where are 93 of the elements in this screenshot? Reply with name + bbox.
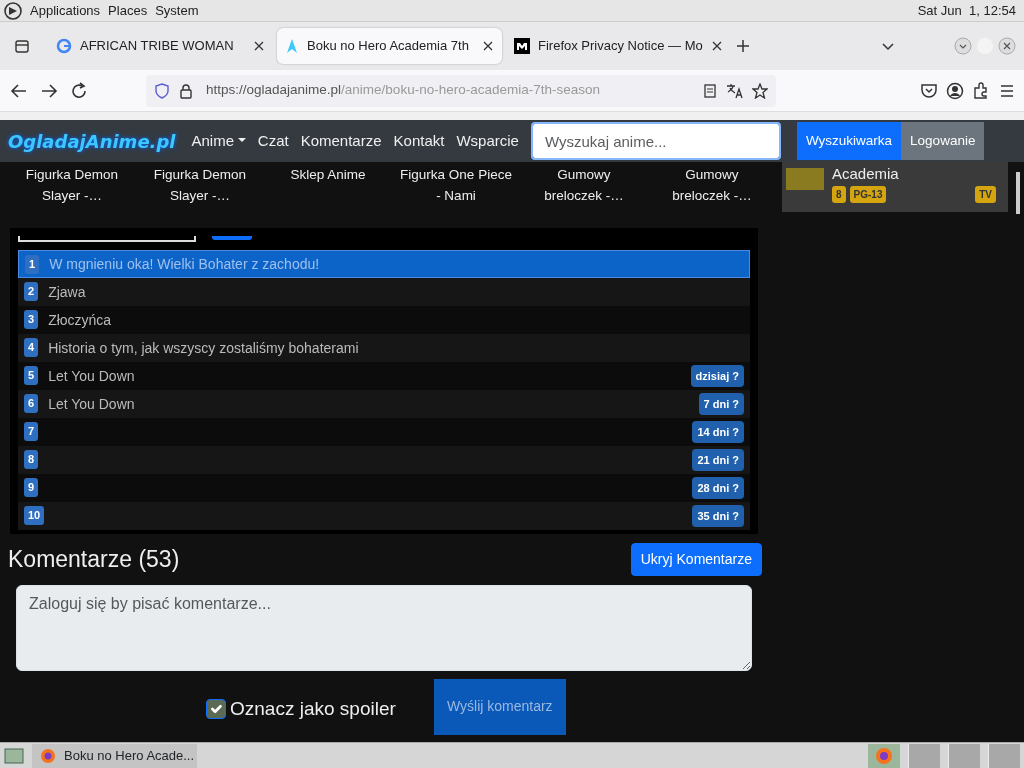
browser-tab[interactable]: Boku no Hero Academia 7th bbox=[277, 28, 502, 64]
account-icon[interactable] bbox=[946, 81, 964, 100]
login-button[interactable]: Logowanie bbox=[901, 122, 985, 160]
pocket-icon[interactable] bbox=[920, 81, 938, 100]
nav-link[interactable]: Wsparcie bbox=[456, 129, 519, 153]
close-icon[interactable] bbox=[998, 37, 1016, 55]
flame-icon bbox=[285, 38, 299, 54]
episode-number: 10 bbox=[24, 506, 45, 525]
nav-link[interactable]: Czat bbox=[257, 129, 289, 153]
product-caption[interactable]: Gumowy breloczek -… bbox=[520, 164, 648, 228]
product-caption[interactable]: Figurka Demon Slayer -… bbox=[8, 164, 136, 228]
g-logo-icon bbox=[56, 38, 72, 54]
tab-title: Boku no Hero Academia 7th bbox=[307, 37, 470, 56]
episode-row[interactable]: 4 Historia o tym, jak wszyscy zostaliśmy bohaterami bbox=[18, 334, 750, 362]
close-icon[interactable] bbox=[482, 40, 494, 52]
release-badge: 21 dni ? bbox=[692, 448, 744, 472]
episode-row[interactable]: 6 Let You Down 7 dni ? bbox=[18, 390, 750, 418]
episode-row[interactable]: 9 28 dni ? bbox=[18, 474, 750, 502]
url-bar[interactable]: https://ogladajanime.pl/anime/boku-no-hero-academia-7th-season bbox=[146, 74, 776, 107]
shield-icon bbox=[154, 82, 170, 99]
search-field[interactable]: Wyszukaj anime... bbox=[530, 122, 781, 160]
browser-tab[interactable]: Firefox Privacy Notice — Mo bbox=[506, 28, 731, 64]
episode-number: 9 bbox=[24, 478, 39, 497]
release-badge: dzisiaj ? bbox=[690, 364, 744, 388]
episode-number: 7 bbox=[24, 422, 39, 441]
nav-link[interactable]: Anime bbox=[191, 129, 246, 153]
episode-number: 1 bbox=[25, 255, 40, 274]
star-icon[interactable] bbox=[752, 82, 768, 99]
episode-number: 2 bbox=[24, 282, 39, 301]
close-icon[interactable] bbox=[711, 40, 723, 52]
firefox-icon bbox=[40, 747, 56, 764]
browser-tab[interactable]: AFRICAN TRIBE WOMAN bbox=[48, 28, 273, 64]
episode-title: Złoczyńca bbox=[48, 310, 113, 330]
nav-link[interactable]: Komentarze bbox=[300, 129, 382, 153]
panel-menu[interactable]: Applications bbox=[30, 0, 101, 21]
product-caption[interactable]: Figurka Demon Slayer -… bbox=[136, 164, 264, 228]
episode-row[interactable]: 3 Złoczyńca bbox=[18, 306, 750, 334]
comments-heading: Komentarze (53) bbox=[8, 545, 180, 574]
search-button[interactable]: Wyszukiwarka bbox=[796, 122, 902, 160]
comment-field[interactable]: Zaloguj się by pisać komentarze... bbox=[16, 584, 752, 671]
lock-icon bbox=[178, 82, 194, 99]
plus-icon[interactable] bbox=[735, 38, 751, 54]
episodes-badge: 8 bbox=[832, 186, 846, 203]
episode-title: W mgnieniu oka! Wielki Bohater z zachodu! bbox=[49, 254, 321, 274]
release-badge: 28 dni ? bbox=[692, 476, 744, 500]
release-badge: 35 dni ? bbox=[692, 504, 744, 528]
scrollbar-thumb[interactable] bbox=[1016, 172, 1020, 214]
anime-card[interactable]: Academia 8 PG-13 TV bbox=[782, 162, 1008, 212]
product-caption[interactable]: Sklep Anime bbox=[264, 164, 392, 228]
spoiler-label: Oznacz jako spoiler bbox=[230, 696, 396, 721]
product-caption[interactable]: Figurka One Piece - Nami bbox=[392, 164, 520, 228]
rating-badge: PG-13 bbox=[849, 186, 887, 203]
panel-clock[interactable]: Sat Jun 1, 12:54 bbox=[917, 0, 1016, 21]
panel-menu[interactable]: System bbox=[155, 0, 199, 21]
episode-title: Historia o tym, jak wszyscy zostaliśmy bohaterami bbox=[48, 338, 360, 358]
episode-title: Zjawa bbox=[48, 282, 87, 302]
episode-number: 6 bbox=[24, 394, 39, 413]
firefox-icon[interactable] bbox=[868, 743, 900, 768]
episode-number: 3 bbox=[24, 310, 39, 329]
tab-title: Firefox Privacy Notice — Mo bbox=[538, 37, 703, 56]
episode-title: Let You Down bbox=[48, 366, 136, 386]
nav-link[interactable]: Kontakt bbox=[393, 129, 445, 153]
tab-title: AFRICAN TRIBE WOMAN bbox=[80, 37, 235, 56]
m-logo-icon bbox=[514, 38, 530, 54]
reader-icon[interactable] bbox=[702, 82, 718, 99]
release-badge: 7 dni ? bbox=[698, 392, 744, 416]
product-caption[interactable]: Gumowy breloczek -… bbox=[648, 164, 776, 228]
episode-row[interactable]: 10 35 dni ? bbox=[18, 502, 750, 530]
tab-list-icon bbox=[14, 38, 30, 54]
episode-row[interactable]: 7 14 dni ? bbox=[18, 418, 750, 446]
close-icon[interactable] bbox=[253, 40, 265, 52]
episode-row[interactable]: 2 Zjawa bbox=[18, 278, 750, 306]
translate-icon[interactable] bbox=[726, 82, 744, 99]
taskbar-window-button[interactable]: Boku no Hero Acade... bbox=[32, 743, 197, 768]
panel-menu[interactable]: Places bbox=[108, 0, 148, 21]
hide-comments-button[interactable]: Ukryj Komentarze bbox=[630, 542, 762, 576]
episode-number: 8 bbox=[24, 450, 39, 469]
episode-row[interactable]: 5 Let You Down dzisiaj ? bbox=[18, 362, 750, 390]
window-title: Boku no Hero Acade... bbox=[64, 746, 195, 765]
thumbnail-placeholder bbox=[786, 168, 824, 190]
site-logo[interactable]: OgladajAnime.pl bbox=[8, 127, 176, 155]
episode-row[interactable]: 1 W mgnieniu oka! Wielki Bohater z zachodu! bbox=[18, 250, 750, 278]
episode-number: 4 bbox=[24, 338, 39, 357]
puzzle-icon[interactable] bbox=[972, 81, 990, 100]
type-badge: TV bbox=[975, 186, 996, 203]
episode-row[interactable]: 8 21 dni ? bbox=[18, 446, 750, 474]
select-field[interactable] bbox=[18, 236, 196, 242]
card-title: Academia bbox=[832, 166, 900, 182]
spoiler-checkbox[interactable] bbox=[206, 698, 226, 719]
episode-title: Let You Down bbox=[48, 394, 136, 414]
release-badge: 14 dni ? bbox=[692, 420, 744, 444]
episode-number: 5 bbox=[24, 366, 39, 385]
url-text: https://ogladajanime.pl/anime/boku-no-hero-academia-7th-season bbox=[206, 81, 601, 100]
